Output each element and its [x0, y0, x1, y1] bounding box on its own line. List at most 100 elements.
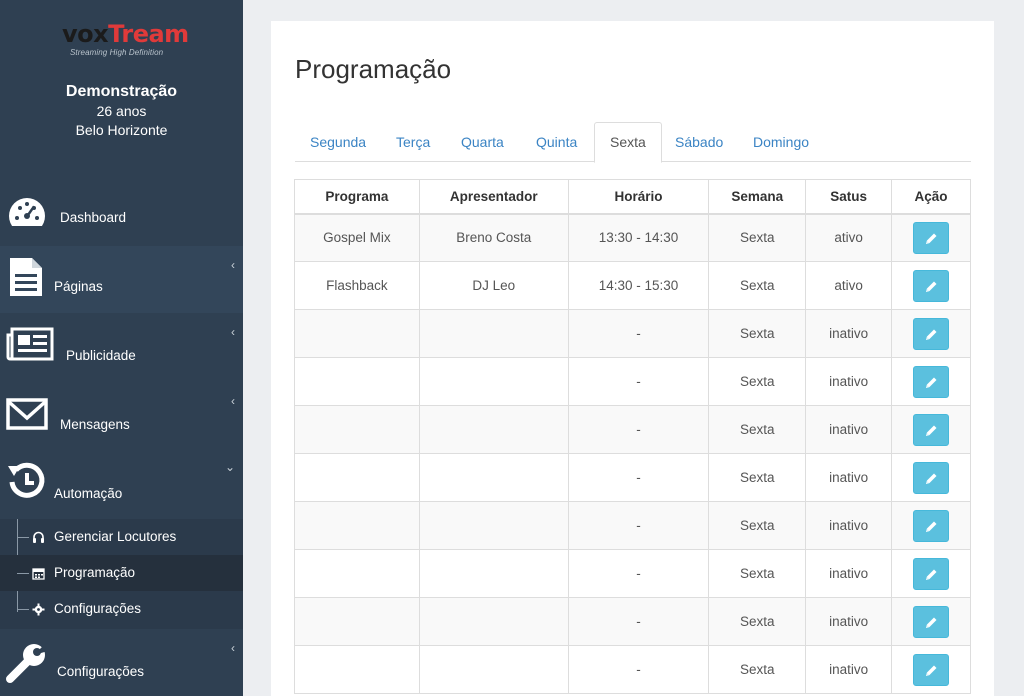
submenu-item-configuracoes[interactable]: Configurações — [0, 591, 243, 627]
cell-apresentador — [418, 357, 569, 406]
edit-button[interactable] — [913, 413, 950, 446]
cell-apresentador — [418, 645, 569, 694]
cell-acao — [891, 309, 971, 358]
tab-domingo[interactable]: Domingo — [738, 122, 824, 162]
cell-horario: - — [567, 645, 710, 694]
column-header: Apresentador — [418, 179, 569, 215]
cell-status: ativo — [805, 213, 893, 262]
pencil-icon — [926, 665, 937, 676]
sidebar-item-automacao[interactable]: Automação ⌄ — [0, 450, 243, 517]
sidebar-item-paginas[interactable]: Páginas ‹ — [0, 246, 243, 313]
pencil-icon — [926, 425, 937, 436]
edit-button[interactable] — [913, 269, 950, 302]
headphones-icon — [33, 531, 44, 543]
tab-quarta[interactable]: Quarta — [446, 122, 519, 162]
table-row: Flashback DJ Leo 14:30 - 15:30 Sexta ativo — [294, 261, 971, 310]
table-row: - Sexta inativo — [294, 357, 971, 406]
cell-acao — [891, 357, 971, 406]
cell-status: inativo — [805, 453, 893, 502]
sidebar-item-label: Configurações — [57, 664, 145, 679]
table-row: - Sexta inativo — [294, 309, 971, 358]
automacao-submenu: Gerenciar Locutores Programação Configur… — [0, 519, 243, 629]
cell-status: inativo — [805, 645, 893, 694]
cell-programa — [294, 453, 420, 502]
tab-sexta[interactable]: Sexta — [594, 122, 662, 163]
chevron-down-icon: ⌄ — [224, 460, 235, 474]
cell-status: inativo — [805, 549, 893, 598]
submenu-item-label: Programação — [54, 565, 136, 580]
column-header: Programa — [294, 179, 420, 215]
chevron-left-icon: ‹ — [231, 258, 235, 272]
cell-status: ativo — [805, 261, 893, 310]
cell-apresentador — [418, 453, 569, 502]
table-row: - Sexta inativo — [294, 645, 971, 694]
edit-button[interactable] — [913, 653, 950, 686]
cell-semana: Sexta — [708, 597, 807, 646]
edit-button[interactable] — [913, 365, 950, 398]
table-row: - Sexta inativo — [294, 405, 971, 454]
cell-semana: Sexta — [708, 261, 807, 310]
logo[interactable]: voxTream Streaming High Definition — [62, 20, 189, 60]
cell-semana: Sexta — [708, 405, 807, 454]
content-panel: Programação Segunda Terça Quarta Quinta … — [271, 21, 994, 696]
sidebar-item-mensagens[interactable]: Mensagens ‹ — [0, 382, 243, 449]
submenu-item-programacao[interactable]: Programação — [0, 555, 243, 591]
cell-status: inativo — [805, 405, 893, 454]
profile-age: 26 anos — [96, 103, 147, 119]
tree-tick — [17, 609, 29, 610]
tab-quinta[interactable]: Quinta — [521, 122, 592, 162]
table-row: Gospel Mix Breno Costa 13:30 - 14:30 Sexta a… — [294, 213, 971, 262]
submenu-item-label: Gerenciar Locutores — [54, 529, 177, 544]
pencil-icon — [926, 233, 937, 244]
edit-button[interactable] — [913, 605, 950, 638]
tab-segunda[interactable]: Segunda — [295, 122, 381, 162]
gear-icon — [32, 603, 45, 616]
cell-horario: 13:30 - 14:30 — [567, 213, 710, 262]
cell-acao — [891, 645, 971, 694]
newspaper-icon — [6, 327, 54, 361]
edit-button[interactable] — [913, 221, 950, 254]
cell-apresentador: DJ Leo — [418, 261, 569, 310]
column-header: Ação — [891, 179, 971, 215]
tab-terca[interactable]: Terça — [381, 122, 445, 162]
cell-programa — [294, 597, 420, 646]
sidebar: voxTream Streaming High Definition Demon… — [0, 0, 243, 696]
cell-apresentador — [418, 501, 569, 550]
edit-button[interactable] — [913, 461, 950, 494]
cell-semana: Sexta — [708, 501, 807, 550]
edit-button[interactable] — [913, 509, 950, 542]
column-header: Semana — [708, 179, 807, 215]
table-row: - Sexta inativo — [294, 597, 971, 646]
sidebar-item-label: Mensagens — [60, 417, 130, 432]
cell-programa — [294, 501, 420, 550]
profile-city: Belo Horizonte — [75, 122, 168, 138]
cell-semana: Sexta — [708, 357, 807, 406]
cell-acao — [891, 597, 971, 646]
sidebar-item-label: Páginas — [54, 279, 103, 294]
sidebar-item-publicidade[interactable]: Publicidade ‹ — [0, 313, 243, 380]
sidebar-item-dashboard[interactable]: Dashboard — [0, 184, 243, 251]
weekday-tabs: Segunda Terça Quarta Quinta Sexta Sábado… — [295, 122, 971, 163]
cell-horario: - — [567, 501, 710, 550]
edit-button[interactable] — [913, 557, 950, 590]
user-profile: Demonstração 26 anos Belo Horizonte — [0, 82, 243, 140]
sidebar-item-configuracoes[interactable]: Configurações ‹ — [0, 629, 243, 696]
cell-semana: Sexta — [708, 549, 807, 598]
cell-apresentador: Breno Costa — [418, 213, 569, 262]
table-row: - Sexta inativo — [294, 501, 971, 550]
edit-button[interactable] — [913, 317, 950, 350]
dashboard-icon — [9, 198, 45, 234]
schedule-table: Programa Apresentador Horário Semana Sat… — [294, 179, 971, 694]
cell-apresentador — [418, 549, 569, 598]
cell-horario: 14:30 - 15:30 — [567, 261, 710, 310]
pencil-icon — [926, 281, 937, 292]
cell-semana: Sexta — [708, 213, 807, 262]
cell-apresentador — [418, 405, 569, 454]
tab-sabado[interactable]: Sábado — [660, 122, 738, 162]
column-header: Satus — [805, 179, 893, 215]
calendar-icon — [32, 568, 45, 580]
logo-text: voxTream — [62, 20, 189, 48]
sidebar-item-label: Publicidade — [66, 348, 136, 363]
tree-tick — [17, 573, 29, 574]
submenu-item-gerenciar-locutores[interactable]: Gerenciar Locutores — [0, 519, 243, 555]
